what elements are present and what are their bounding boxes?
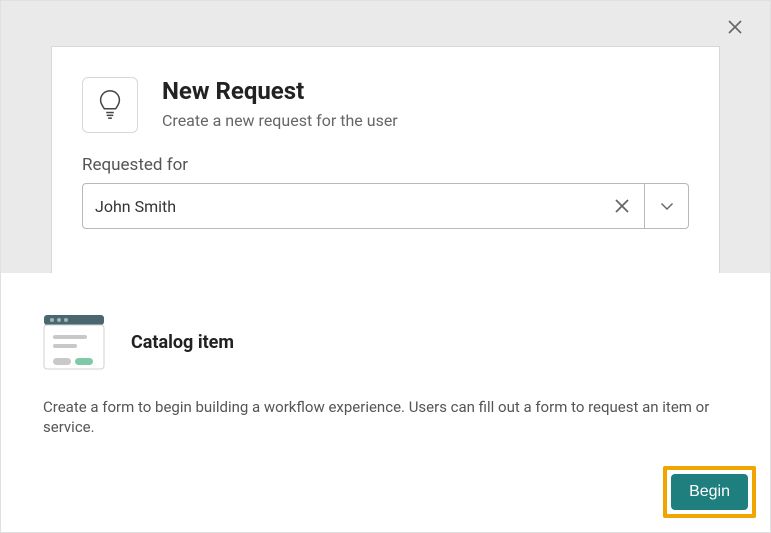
dropdown-toggle[interactable] — [645, 183, 689, 229]
begin-button[interactable]: Begin — [671, 474, 748, 510]
new-request-card: New Request Create a new request for the… — [51, 46, 720, 278]
chevron-down-icon — [661, 202, 673, 210]
close-icon — [615, 199, 629, 213]
catalog-header: Catalog item — [43, 311, 728, 373]
new-request-header: New Request Create a new request for the… — [82, 77, 689, 133]
lightbulb-icon — [96, 89, 124, 121]
new-request-titles: New Request Create a new request for the… — [162, 77, 398, 130]
dialog-container: New Request Create a new request for the… — [0, 0, 771, 533]
modal-subtitle: Create a new request for the user — [162, 111, 398, 130]
requested-for-value: John Smith — [95, 197, 612, 216]
catalog-title: Catalog item — [131, 332, 234, 353]
modal-title: New Request — [162, 77, 398, 105]
requested-for-combobox: John Smith — [82, 183, 689, 229]
top-panel: New Request Create a new request for the… — [1, 1, 770, 273]
clear-button[interactable] — [612, 196, 632, 216]
catalog-description: Create a form to begin building a workfl… — [43, 397, 723, 438]
catalog-panel: Catalog item Create a form to begin buil… — [1, 273, 770, 532]
catalog-item-icon — [43, 311, 105, 373]
lightbulb-icon-box — [82, 77, 138, 133]
begin-highlight: Begin — [663, 466, 756, 518]
requested-for-input[interactable]: John Smith — [82, 183, 645, 229]
close-icon — [728, 20, 742, 34]
close-button[interactable] — [727, 19, 743, 35]
requested-for-label: Requested for — [82, 155, 689, 175]
